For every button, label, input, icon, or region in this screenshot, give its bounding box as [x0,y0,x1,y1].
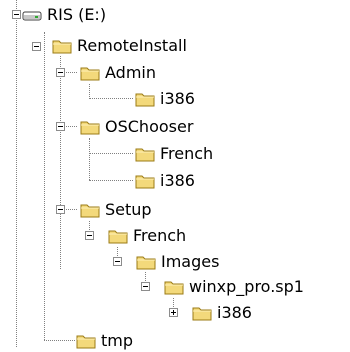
tree-connector [44,32,45,340]
expand-collapse-toggle[interactable] [85,231,94,240]
expand-collapse-toggle[interactable] [169,308,178,317]
folder-icon [135,175,155,189]
tree-node-tmp[interactable]: tmp [76,330,134,352]
tree-connector [89,98,133,99]
tree-node-setup[interactable]: Setup [80,199,153,221]
tree-node-label: Admin [105,63,156,82]
folder-icon [192,307,212,321]
tree-node-oschooser[interactable]: OSChooser [80,116,194,138]
tree-connector [89,153,133,154]
tree-node-drive[interactable]: RIS (E:) [22,4,107,26]
tree-node-label: RemoteInstall [77,36,187,55]
tree-node-label: French [160,144,214,163]
drive-icon [22,11,42,21]
tree-connector [44,340,75,341]
tree-node-images[interactable]: Images [136,251,220,273]
tree-node-oschooser-i386[interactable]: i386 [135,170,196,192]
tree-node-remoteinstall[interactable]: RemoteInstall [52,35,188,57]
tree-node-label: i386 [160,171,195,190]
expand-collapse-toggle[interactable] [113,257,122,266]
tree-node-label: RIS (E:) [47,5,107,24]
folder-icon [76,335,96,349]
expand-collapse-toggle[interactable] [56,68,65,77]
folder-icon [164,281,184,295]
expand-collapse-toggle[interactable] [32,42,41,51]
tree-node-label: winxp_pro.sp1 [189,277,304,296]
tree-node-admin-i386[interactable]: i386 [135,88,196,110]
tree-node-label: Setup [105,200,152,219]
folder-icon [52,40,72,54]
expand-collapse-toggle[interactable] [56,122,65,131]
folder-icon [80,67,100,81]
tree-node-label: tmp [101,331,134,350]
folder-tree: RIS (E:) RemoteInstall Admin i386 OSChoo… [0,0,350,350]
folder-icon [80,121,100,135]
tree-connector [60,56,61,269]
folder-icon [80,204,100,218]
tree-node-winxp-i386[interactable]: i386 [192,302,253,324]
folder-icon [135,148,155,162]
tree-node-label: French [133,226,187,245]
expand-collapse-toggle[interactable] [56,205,65,214]
tree-node-setup-french[interactable]: French [108,225,187,247]
folder-icon [136,256,156,270]
folder-icon [135,93,155,107]
expand-collapse-toggle[interactable] [12,10,21,19]
tree-node-label: Images [161,252,220,271]
tree-node-admin[interactable]: Admin [80,62,157,84]
tree-node-label: i386 [160,89,195,108]
tree-connector [16,0,17,347]
tree-node-winxp-pro-sp1[interactable]: winxp_pro.sp1 [164,276,305,298]
tree-connector [89,138,90,180]
expand-collapse-toggle[interactable] [141,282,150,291]
tree-node-oschooser-french[interactable]: French [135,143,214,165]
tree-node-label: OSChooser [105,117,194,136]
tree-connector [89,180,133,181]
tree-connector [89,84,90,99]
tree-node-label: i386 [217,303,252,322]
folder-icon [108,230,128,244]
